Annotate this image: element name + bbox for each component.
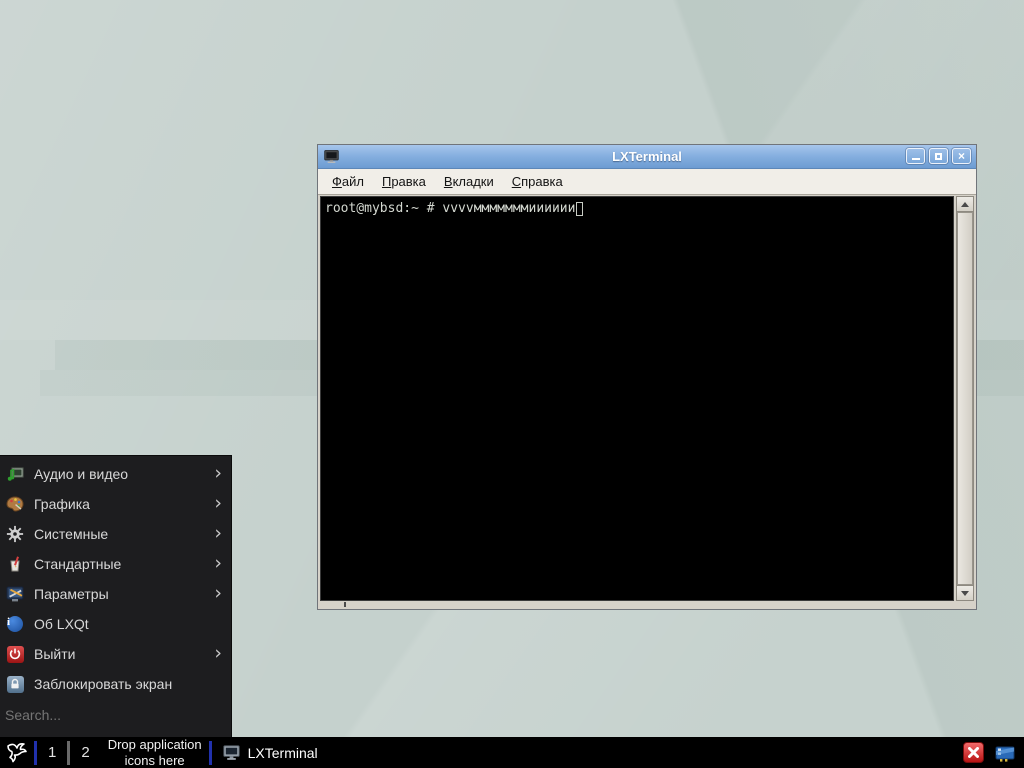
network-card-icon	[994, 742, 1016, 764]
submenu-arrow-icon: ›	[214, 465, 222, 482]
graphics-icon	[5, 494, 25, 514]
terminal-menubar: Файл Правка Вкладки Справка	[318, 169, 976, 195]
audio-video-icon	[5, 464, 25, 484]
window-buttons: ×	[906, 148, 971, 164]
info-glyph: i	[7, 616, 23, 632]
accessories-icon	[5, 554, 25, 574]
maximize-button[interactable]	[929, 148, 948, 164]
logout-power-icon	[5, 644, 25, 664]
terminal-window-icon	[323, 148, 340, 165]
terminal-prompt-text: root@mybsd:~ # vvvvмммммммииииии	[325, 201, 575, 216]
submenu-arrow-icon: ›	[214, 645, 222, 662]
titlebar[interactable]: LXTerminal ×	[318, 145, 976, 169]
red-x-icon	[968, 747, 979, 758]
submenu-arrow-icon: ›	[214, 525, 222, 542]
menu-edit[interactable]: Правка	[373, 170, 435, 193]
menu-item-label: Системные	[34, 526, 214, 542]
menu-item-accessories[interactable]: Стандартные ›	[0, 549, 231, 579]
workspace-button-2[interactable]: 2	[70, 744, 100, 761]
menu-item-preferences[interactable]: Параметры ›	[0, 579, 231, 609]
minimize-button[interactable]	[906, 148, 925, 164]
menu-file[interactable]: Файл	[323, 170, 373, 193]
menu-item-graphics[interactable]: Графика ›	[0, 489, 231, 519]
drop-hint-line1: Drop application	[108, 737, 202, 753]
scroll-down-button[interactable]	[957, 585, 973, 600]
resize-grip[interactable]	[344, 602, 346, 607]
tray-network-item[interactable]	[994, 742, 1016, 764]
terminal-cursor	[576, 202, 583, 216]
terminal-task-icon	[222, 743, 241, 762]
menu-tabs[interactable]: Вкладки	[435, 170, 503, 193]
menu-item-lock-screen[interactable]: Заблокировать экран	[0, 669, 231, 699]
arrow-down-icon	[961, 591, 969, 596]
taskbar-button-lxterminal[interactable]: LXTerminal	[212, 743, 328, 762]
lock-screen-icon	[5, 674, 25, 694]
menu-item-label: Стандартные	[34, 556, 214, 572]
quicklaunch-drop-area[interactable]: Drop application icons here	[101, 737, 209, 768]
lxqt-bird-icon	[4, 740, 30, 766]
workspace-button-1[interactable]: 1	[37, 744, 67, 761]
menu-item-label: Параметры	[34, 586, 214, 602]
arrow-up-icon	[961, 202, 969, 207]
drop-hint-line2: icons here	[108, 753, 202, 768]
menu-search-row	[0, 699, 231, 725]
menu-item-label: Об LXQt	[34, 616, 222, 632]
submenu-arrow-icon: ›	[214, 495, 222, 512]
system-gear-icon	[5, 524, 25, 544]
taskbar: 1 2 Drop application icons here LXTermin…	[0, 737, 1024, 768]
menu-item-label: Заблокировать экран	[34, 676, 222, 692]
submenu-arrow-icon: ›	[214, 555, 222, 572]
menu-item-label: Аудио и видео	[34, 466, 214, 482]
minimize-icon	[912, 158, 920, 160]
menu-help[interactable]: Справка	[503, 170, 572, 193]
scroll-up-button[interactable]	[957, 197, 973, 212]
menu-item-about-lxqt[interactable]: i Об LXQt	[0, 609, 231, 639]
terminal-scrollbar[interactable]	[956, 196, 974, 601]
menu-item-system[interactable]: Системные ›	[0, 519, 231, 549]
menu-item-label: Выйти	[34, 646, 214, 662]
menu-item-label: Графика	[34, 496, 214, 512]
lxterminal-window: LXTerminal × Файл Правка Вкладки Справка…	[317, 144, 977, 610]
window-title: LXTerminal	[318, 149, 976, 164]
terminal-viewport[interactable]: root@mybsd:~ # vvvvмммммммииииии	[320, 196, 954, 601]
main-menu-button[interactable]	[0, 737, 34, 768]
maximize-icon	[935, 153, 942, 160]
menu-item-audio-video[interactable]: Аудио и видео ›	[0, 459, 231, 489]
tray-quit-button[interactable]	[963, 742, 984, 763]
close-icon: ×	[958, 150, 965, 162]
preferences-icon	[5, 584, 25, 604]
scrollbar-thumb[interactable]	[957, 212, 973, 585]
app-menu-popup: Аудио и видео › Графика ›	[0, 455, 232, 737]
search-input[interactable]	[5, 707, 229, 723]
submenu-arrow-icon: ›	[214, 585, 222, 602]
close-button[interactable]: ×	[952, 148, 971, 164]
menu-item-leave[interactable]: Выйти ›	[0, 639, 231, 669]
about-info-icon: i	[5, 614, 25, 634]
terminal-prompt-line: root@mybsd:~ # vvvvмммммммииииии	[321, 197, 953, 216]
task-button-label: LXTerminal	[248, 745, 318, 761]
